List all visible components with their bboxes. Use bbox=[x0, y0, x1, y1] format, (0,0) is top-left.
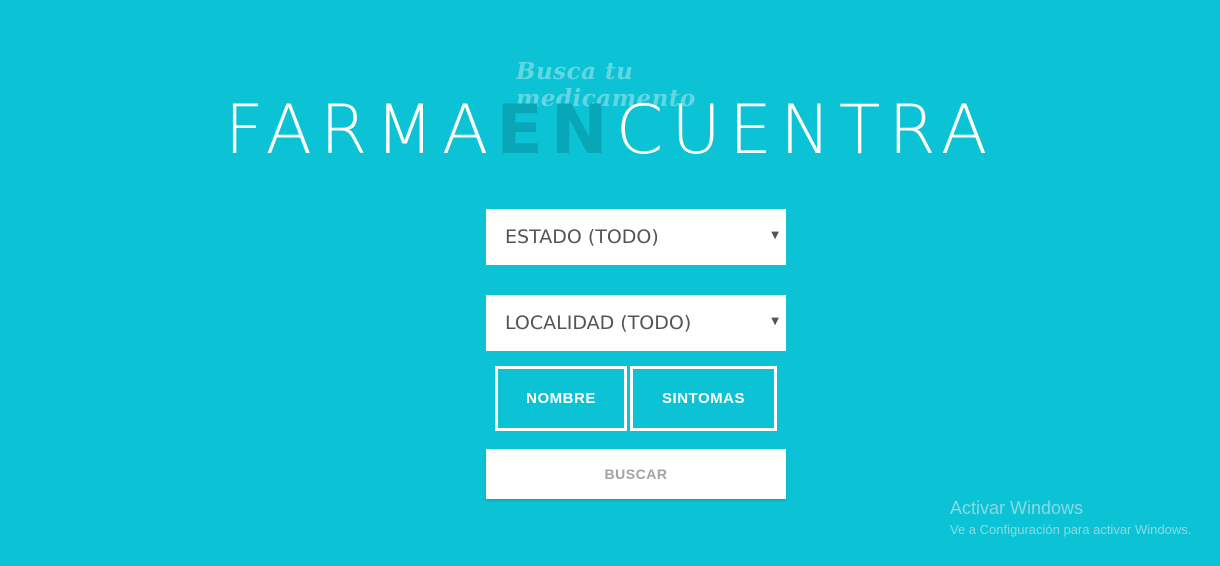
logo-part-farma: FARMA bbox=[224, 91, 497, 170]
caret-down-icon: ▼ bbox=[771, 230, 779, 241]
estado-select-value: ESTADO (TODO) bbox=[505, 226, 659, 248]
watermark-title: Activar Windows bbox=[950, 498, 1084, 518]
logo-part-cuentra: CUENTRA bbox=[615, 91, 996, 170]
windows-activation-watermark: Activar Windows Ve a Configuración para … bbox=[950, 497, 1191, 541]
watermark-subtitle: Ve a Configuración para activar Windows. bbox=[950, 522, 1192, 537]
sintomas-button[interactable]: SINTOMAS bbox=[630, 366, 777, 431]
nombre-button[interactable]: NOMBRE bbox=[495, 366, 627, 431]
caret-down-icon: ▼ bbox=[771, 316, 779, 327]
localidad-select-value: LOCALIDAD (TODO) bbox=[505, 312, 692, 334]
localidad-select[interactable]: LOCALIDAD (TODO) ▼ bbox=[486, 295, 786, 351]
estado-select[interactable]: ESTADO (TODO) ▼ bbox=[486, 209, 786, 265]
logo-part-en: EN bbox=[496, 91, 616, 170]
logo: FARMAENCUENTRA bbox=[0, 86, 1220, 176]
buscar-button[interactable]: BUSCAR bbox=[486, 449, 786, 499]
